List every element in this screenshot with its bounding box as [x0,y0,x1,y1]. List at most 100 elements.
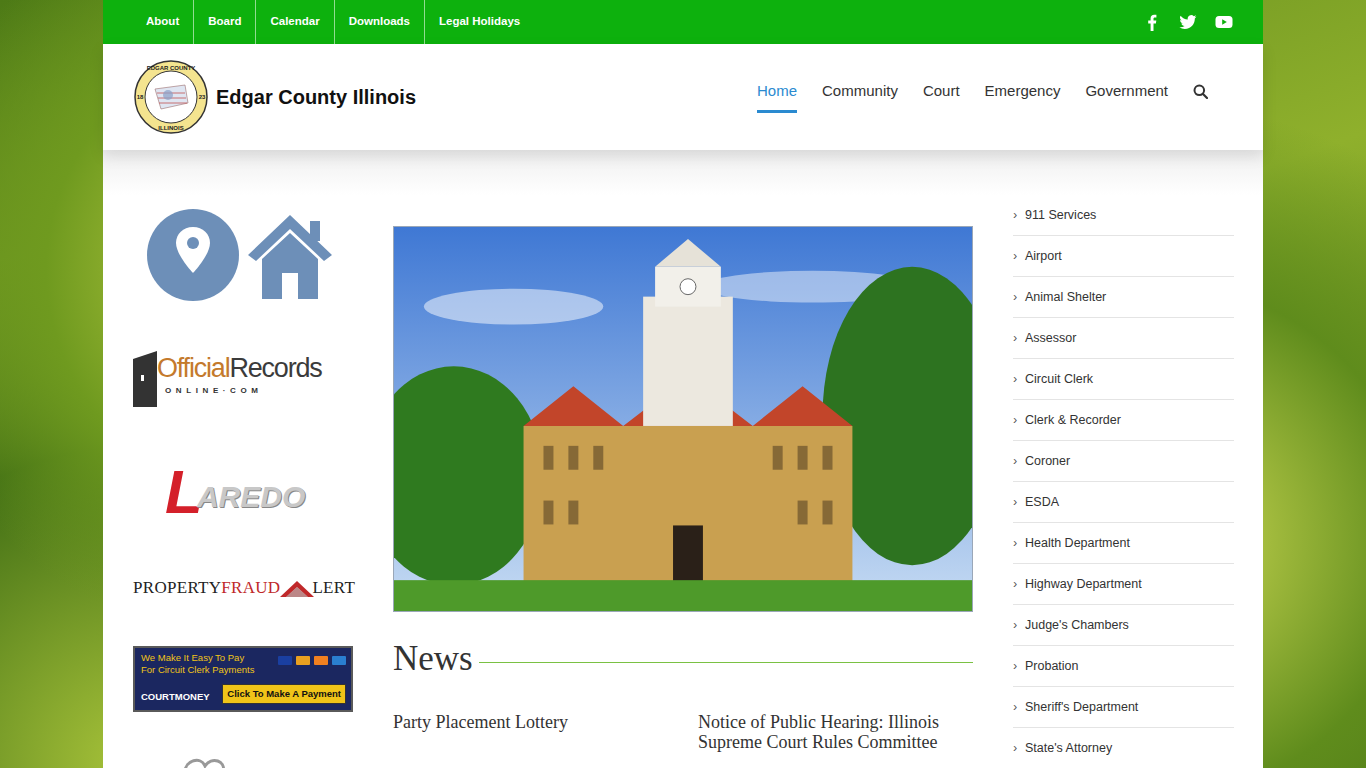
seal-bottom-text: ILLINOIS [158,125,183,131]
department-sidebar: ›911 Services›Airport›Animal Shelter›Ass… [1013,195,1234,768]
chevron-icon: › [1013,658,1019,674]
cloud-icon[interactable] [173,750,233,768]
chevron-icon: › [1013,330,1019,346]
courtmoney-banner[interactable]: We Make It Easy To PayFor Circuit Clerk … [133,646,353,712]
seal-top-text: EDGAR COUNTY [147,65,196,71]
sidebar-item[interactable]: › Airport [1013,236,1234,277]
chevron-icon: › [1013,207,1019,223]
laredo-rest: AREDO [197,477,305,523]
chevron-icon: › [1013,535,1019,551]
sidebar-item[interactable]: ›Animal Shelter [1013,277,1234,318]
official-records-second: Records [229,351,321,385]
sidebar-item-label[interactable]: Highway Department [1025,576,1142,592]
sidebar-item[interactable]: › Health Department [1013,523,1234,564]
chevron-icon: › [1013,617,1019,633]
sidebar-item[interactable]: › Coroner [1013,441,1234,482]
main-nav: Home Community Court Emergency Government [757,44,1208,150]
news-item-title[interactable]: Notice of Public Hearing: Illinois Supre… [698,712,973,752]
pfa-lert: LERT [312,577,355,599]
search-icon[interactable] [1193,84,1208,99]
pfa-fraud: FRAUD [221,577,280,599]
home-icon[interactable] [244,209,336,301]
sidebar-item-label[interactable]: Judge's Chambers [1025,617,1129,633]
sidebar-item[interactable]: › Highway Department [1013,564,1234,605]
property-fraud-alert-logo[interactable]: PROPERTYFRAUD LERT [133,569,353,599]
courtmoney-top: We Make It Easy To PayFor Circuit Clerk … [141,652,346,676]
sidebar-item-label[interactable]: Airport [1025,248,1062,264]
twitter-icon[interactable] [1179,13,1197,31]
top-link[interactable]: Board [193,0,255,44]
sidebar-item-label[interactable]: ESDA [1025,494,1059,510]
chevron-icon: › [1013,576,1019,592]
news-list: Party Placement Lottery Notice of Public … [393,712,973,752]
seal-right-text: 23 [199,94,206,100]
card-icon [278,656,292,665]
courtmoney-lines: We Make It Easy To PayFor Circuit Clerk … [141,652,255,676]
sidebar-item-label[interactable]: State's Attorney [1025,740,1112,756]
chevron-icon: › [1013,371,1019,387]
sidebar-item[interactable]: › Sheriff's Department [1013,687,1234,728]
top-links: AboutBoardCalendarDownloadsLegal Holiday… [132,0,534,44]
sidebar-item[interactable]: › Probation [1013,646,1234,687]
sidebar-item-label[interactable]: 911 Services [1025,207,1096,223]
sidebar-item-label[interactable]: Circuit Clerk [1025,371,1093,387]
courtmoney-line: For Circuit Clerk Payments [141,664,255,676]
search-button[interactable] [1193,44,1208,99]
nav-item[interactable]: Community [822,44,898,113]
sidebar-item[interactable]: › Clerk & Recorder [1013,400,1234,441]
chevron-icon: › [1013,740,1019,756]
sidebar-item-label[interactable]: Animal Shelter [1025,289,1106,305]
page: AboutBoardCalendarDownloadsLegal Holiday… [103,0,1263,768]
top-link[interactable]: Legal Holidays [424,0,534,44]
sidebar-item[interactable]: › ESDA [1013,482,1234,523]
center-column: NewsParty Placement LotteryNotice of Pub… [393,195,973,752]
roof-icon [278,577,316,599]
sidebar-item-label[interactable]: Clerk & Recorder [1025,412,1121,428]
laredo-logo[interactable]: LAREDO [133,457,353,523]
sidebar-item[interactable]: › Circuit Clerk [1013,359,1234,400]
card-icon [332,656,346,665]
facebook-icon[interactable] [1143,13,1161,31]
payment-button[interactable]: Click To Make A Payment [222,684,346,704]
card-icon [314,656,328,665]
sidebar-item-label[interactable]: Probation [1025,658,1079,674]
pfa-property: PROPERTY [133,577,221,599]
sidebar-item[interactable]: › State's Attorney [1013,728,1234,768]
chevron-icon: › [1013,248,1019,264]
cloud-logo [133,750,353,768]
sidebar-item-label[interactable]: Assessor [1025,330,1076,346]
card-icon [296,656,310,665]
youtube-icon[interactable] [1215,13,1233,31]
nav-item[interactable]: Home [757,44,797,113]
sidebar-item-label[interactable]: Health Department [1025,535,1130,551]
official-records-logo[interactable]: OfficialRecordsONLINE·COM [133,351,353,411]
site-title[interactable]: Edgar County Illinois [216,82,416,112]
official-records-name: OfficialRecords [157,351,322,385]
chevron-icon: › [1013,412,1019,428]
sidebar-item-label[interactable]: Sheriff's Department [1025,699,1138,715]
sidebar-item-label[interactable]: Coroner [1025,453,1070,469]
left-column: OfficialRecordsONLINE·COMLAREDOPROPERTYF… [133,195,353,768]
seal-left-text: 18 [137,94,144,100]
sidebar-item[interactable]: › 911 Services [1013,195,1234,236]
county-seal-icon[interactable]: EDGAR COUNTY ILLINOIS 18 23 [133,59,209,135]
chevron-icon: › [1013,699,1019,715]
courtmoney-line: We Make It Easy To Pay [141,652,255,664]
nav-item[interactable]: Government [1085,44,1168,113]
chevron-icon: › [1013,453,1019,469]
site-logo[interactable]: EDGAR COUNTY ILLINOIS 18 23 Edgar County Ill… [133,59,416,135]
sidebar-item[interactable]: › Judge's Chambers [1013,605,1234,646]
social-links [1143,0,1233,44]
news-item-title[interactable]: Party Placement Lottery [393,712,668,732]
top-link[interactable]: Calendar [255,0,333,44]
courthouse-photo [393,226,973,612]
nav-item[interactable]: Emergency [985,44,1061,113]
top-link[interactable]: Downloads [334,0,424,44]
sidebar-item[interactable]: › Assessor [1013,318,1234,359]
chevron-icon: › [1013,494,1019,510]
top-link[interactable]: About [132,0,193,44]
location-pin-icon[interactable] [147,209,239,301]
official-records-domain: ONLINE·COM [157,385,322,397]
nav-item[interactable]: Court [923,44,960,113]
courtmoney-bottom: COURTMONEYClick To Make A Payment [141,684,346,704]
